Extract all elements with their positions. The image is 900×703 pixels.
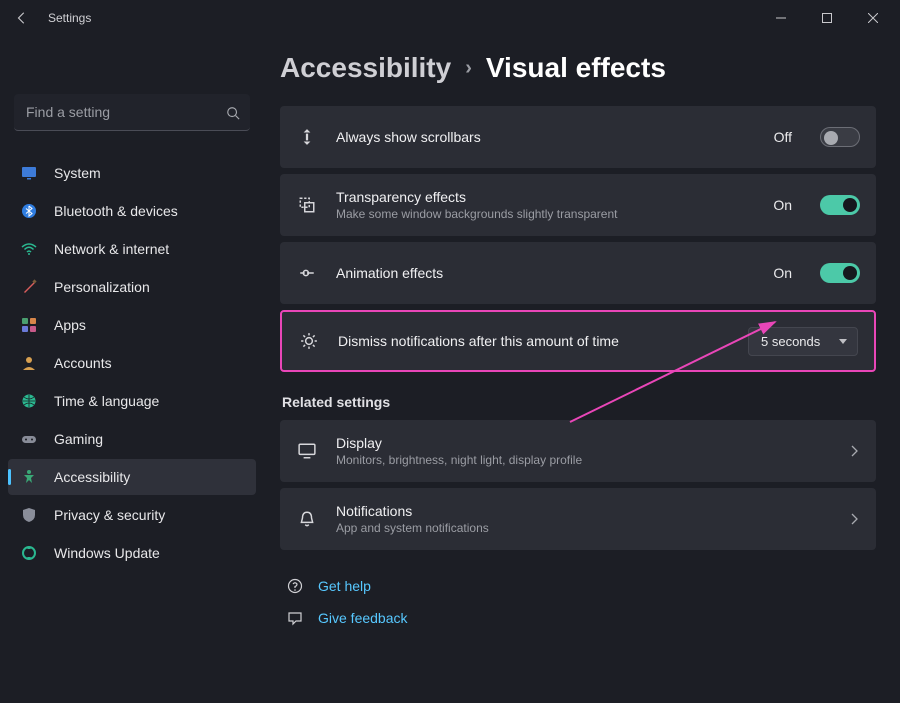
brush-icon (20, 278, 38, 296)
setting-subtitle: Monitors, brightness, night light, displ… (336, 453, 830, 467)
bell-icon (296, 510, 318, 528)
setting-title: Dismiss notifications after this amount … (338, 333, 730, 349)
breadcrumb: Accessibility › Visual effects (280, 52, 876, 84)
globe-icon (20, 392, 38, 410)
sidebar-item-privacy[interactable]: Privacy & security (8, 497, 256, 533)
search-icon (226, 106, 240, 120)
setting-title: Notifications (336, 503, 830, 519)
sidebar-item-bluetooth[interactable]: Bluetooth & devices (8, 193, 256, 229)
setting-dismiss-notifications[interactable]: Dismiss notifications after this amount … (280, 310, 876, 372)
transparency-toggle[interactable] (820, 195, 860, 215)
help-icon (286, 578, 304, 594)
sidebar-item-accounts[interactable]: Accounts (8, 345, 256, 381)
sidebar-item-personalization[interactable]: Personalization (8, 269, 256, 305)
bluetooth-icon (20, 202, 38, 220)
related-notifications[interactable]: Notifications App and system notificatio… (280, 488, 876, 550)
sidebar-item-gaming[interactable]: Gaming (8, 421, 256, 457)
page-title: Visual effects (486, 52, 666, 84)
scrollbars-icon (296, 128, 318, 146)
accessibility-icon (20, 468, 38, 486)
search-input[interactable] (14, 94, 250, 131)
dismiss-time-dropdown[interactable]: 5 seconds (748, 327, 858, 356)
sidebar-item-label: Gaming (54, 431, 103, 447)
sidebar: System Bluetooth & devices Network & int… (0, 36, 264, 703)
close-button[interactable] (850, 2, 896, 34)
titlebar: Settings (0, 0, 900, 36)
get-help-link[interactable]: Get help (280, 570, 876, 602)
animation-icon (296, 264, 318, 282)
sidebar-item-accessibility[interactable]: Accessibility (8, 459, 256, 495)
setting-transparency[interactable]: Transparency effects Make some window ba… (280, 174, 876, 236)
chevron-right-icon (848, 445, 860, 457)
person-icon (20, 354, 38, 372)
search-box (14, 94, 250, 131)
setting-title: Display (336, 435, 830, 451)
sun-icon (298, 332, 320, 350)
setting-animation[interactable]: Animation effects On (280, 242, 876, 304)
related-heading: Related settings (282, 394, 876, 410)
maximize-button[interactable] (804, 2, 850, 34)
setting-subtitle: Make some window backgrounds slightly tr… (336, 207, 755, 221)
shield-icon (20, 506, 38, 524)
setting-scrollbars[interactable]: Always show scrollbars Off (280, 106, 876, 168)
setting-subtitle: App and system notifications (336, 521, 830, 535)
transparency-icon (296, 196, 318, 214)
sidebar-item-label: System (54, 165, 101, 181)
sidebar-item-network[interactable]: Network & internet (8, 231, 256, 267)
sidebar-item-label: Time & language (54, 393, 159, 409)
related-display[interactable]: Display Monitors, brightness, night ligh… (280, 420, 876, 482)
sidebar-item-label: Network & internet (54, 241, 169, 257)
animation-toggle[interactable] (820, 263, 860, 283)
toggle-state: On (773, 197, 792, 213)
wifi-icon (20, 240, 38, 258)
sidebar-item-apps[interactable]: Apps (8, 307, 256, 343)
sidebar-item-label: Privacy & security (54, 507, 165, 523)
sidebar-item-label: Apps (54, 317, 86, 333)
back-button[interactable] (8, 4, 36, 32)
sidebar-item-label: Personalization (54, 279, 150, 295)
setting-title: Always show scrollbars (336, 129, 756, 145)
apps-icon (20, 316, 38, 334)
toggle-state: On (773, 265, 792, 281)
breadcrumb-parent[interactable]: Accessibility (280, 52, 451, 84)
scrollbars-toggle[interactable] (820, 127, 860, 147)
chevron-right-icon: › (465, 57, 472, 80)
sidebar-nav: System Bluetooth & devices Network & int… (8, 155, 256, 571)
sidebar-item-label: Bluetooth & devices (54, 203, 178, 219)
content: Accessibility › Visual effects Always sh… (264, 36, 900, 703)
link-label: Get help (318, 578, 371, 594)
toggle-state: Off (774, 129, 792, 145)
sidebar-item-time[interactable]: Time & language (8, 383, 256, 419)
setting-title: Animation effects (336, 265, 755, 281)
sidebar-item-label: Windows Update (54, 545, 160, 561)
system-icon (20, 164, 38, 182)
setting-title: Transparency effects (336, 189, 755, 205)
sidebar-item-label: Accounts (54, 355, 112, 371)
app-title: Settings (48, 11, 91, 25)
sidebar-item-system[interactable]: System (8, 155, 256, 191)
sidebar-item-update[interactable]: Windows Update (8, 535, 256, 571)
display-icon (296, 442, 318, 460)
feedback-icon (286, 610, 304, 626)
give-feedback-link[interactable]: Give feedback (280, 602, 876, 634)
link-label: Give feedback (318, 610, 408, 626)
dropdown-value: 5 seconds (761, 334, 820, 349)
update-icon (20, 544, 38, 562)
chevron-right-icon (848, 513, 860, 525)
minimize-button[interactable] (758, 2, 804, 34)
gamepad-icon (20, 430, 38, 448)
sidebar-item-label: Accessibility (54, 469, 130, 485)
